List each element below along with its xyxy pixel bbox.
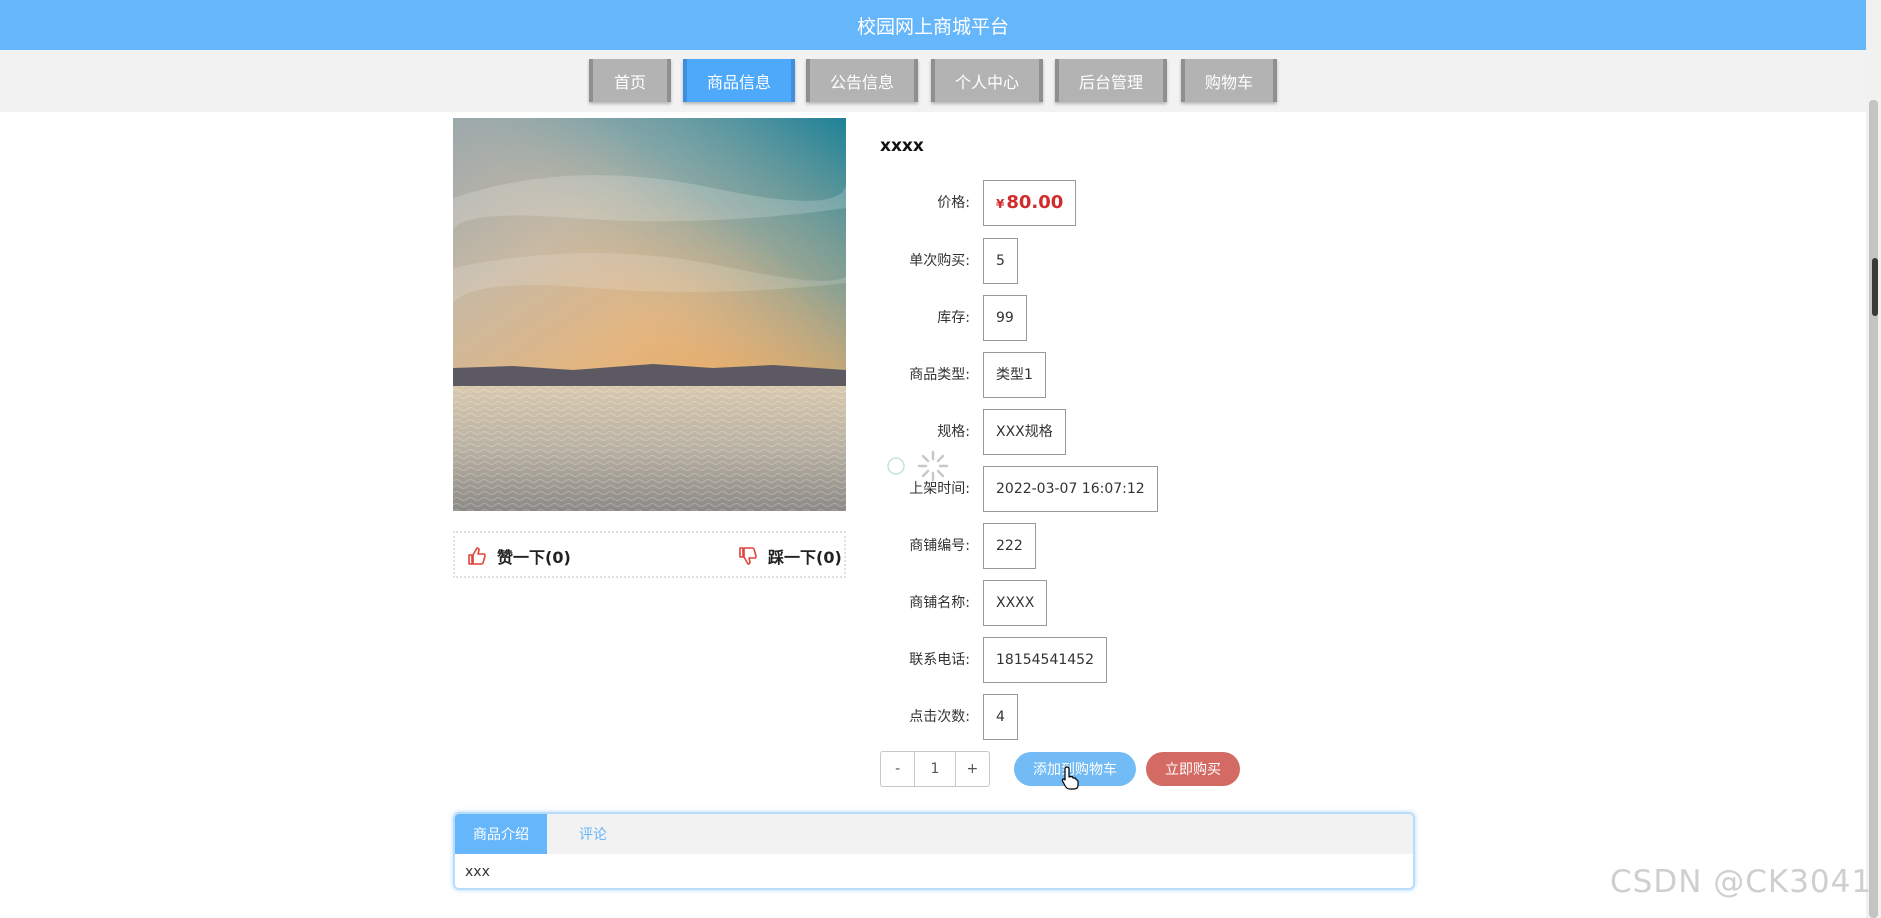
scrollbar-thumb[interactable] [1869,100,1878,918]
detail-value: XXXX [983,580,1048,626]
detail-label: 单次购买: [909,253,970,269]
nav-products[interactable]: 商品信息 [683,59,795,102]
scrollbar-grip[interactable] [1872,258,1878,316]
detail-label: 商品类型: [909,367,970,383]
detail-value: 5 [983,238,1018,284]
quantity-stepper: - 1 + [880,751,990,787]
price-amount: 80.00 [1006,192,1064,213]
detail-label: 库存: [937,310,970,326]
detail-label: 价格: [937,195,970,211]
detail-value: 2022-03-07 16:07:12 [983,466,1158,512]
tab-product-intro[interactable]: 商品介绍 [455,814,547,854]
quantity-input[interactable]: 1 [914,752,956,786]
tab-bar: 商品介绍 评论 [455,814,1413,854]
product-tabs: 商品介绍 评论 xxx [453,812,1415,890]
product-image [453,118,846,511]
vote-box: 赞一下(0) 踩一下(0) [453,531,846,578]
nav-announcements[interactable]: 公告信息 [806,59,918,102]
nav-profile[interactable]: 个人中心 [931,59,1043,102]
detail-value: 类型1 [983,352,1046,398]
detail-value: 18154541452 [983,637,1107,683]
like-button[interactable]: 赞一下(0) [467,544,571,568]
detail-value: 99 [983,295,1027,341]
tab-content: xxx [465,864,490,880]
tab-comments[interactable]: 评论 [547,814,639,854]
watermark: CSDN @CK3041 [1610,864,1873,900]
dislike-button[interactable]: 踩一下(0) [738,544,842,568]
detail-value: 4 [983,694,1018,740]
nav-cart[interactable]: 购物车 [1181,59,1277,102]
quantity-decrease-button[interactable]: - [881,752,914,786]
detail-value: XXX规格 [983,409,1066,455]
detail-label: 商铺名称: [909,595,970,611]
hand-cursor-icon [1061,766,1079,794]
buy-now-button[interactable]: 立即购买 [1146,752,1240,786]
detail-value: 222 [983,523,1036,569]
like-label: 赞一下(0) [497,548,571,567]
detail-label: 点击次数: [909,709,970,725]
dislike-label: 踩一下(0) [768,548,842,567]
thumbs-up-icon [468,547,486,565]
currency-symbol: ¥ [996,197,1005,211]
loading-spinner [880,448,990,488]
nav-home[interactable]: 首页 [589,59,671,102]
main-nav: 首页 商品信息 公告信息 个人中心 后台管理 购物车 [0,50,1866,112]
detail-label: 商铺编号: [909,538,970,554]
site-header: 校园网上商城平台 [0,0,1866,50]
price-value: ¥80.00 [983,180,1077,226]
product-title: xxxx [880,136,924,156]
site-title: 校园网上商城平台 [856,15,1009,38]
detail-label: 联系电话: [909,652,970,668]
quantity-increase-button[interactable]: + [956,752,989,786]
thumbs-down-icon [739,547,757,565]
nav-admin[interactable]: 后台管理 [1055,59,1167,102]
